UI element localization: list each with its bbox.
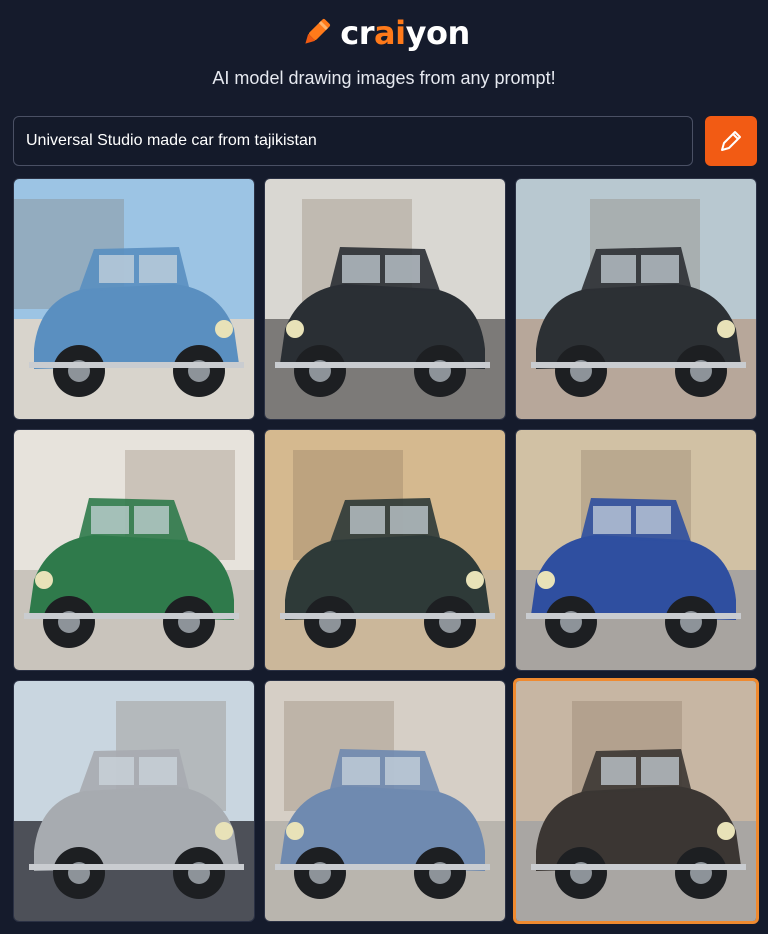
result-image-tile[interactable] xyxy=(13,680,255,922)
prompt-input[interactable]: Universal Studio made car from tajikista… xyxy=(13,116,693,166)
header: craiyon AI model drawing images from any… xyxy=(0,0,768,110)
logo-text-prefix: cr xyxy=(340,14,375,52)
result-image-tile[interactable] xyxy=(515,429,757,671)
logo-text: craiyon xyxy=(340,14,471,52)
logo-text-accent: ai xyxy=(374,14,406,52)
tagline: AI model drawing images from any prompt! xyxy=(212,68,556,88)
result-image-tile[interactable] xyxy=(264,680,506,922)
result-image-tile[interactable] xyxy=(13,429,255,671)
logo-text-suffix: yon xyxy=(405,14,471,52)
pencil-icon xyxy=(721,131,741,151)
vintage-car-image xyxy=(516,681,756,921)
vintage-car-image xyxy=(265,681,505,921)
vintage-car-image xyxy=(14,681,254,921)
vintage-car-image xyxy=(265,430,505,670)
draw-button[interactable] xyxy=(705,116,757,166)
result-image-tile[interactable] xyxy=(515,178,757,420)
vintage-car-image xyxy=(14,430,254,670)
result-image-tile[interactable] xyxy=(513,678,759,924)
crayon-pencil-icon xyxy=(305,18,331,44)
vintage-car-image xyxy=(516,179,756,419)
result-image-tile[interactable] xyxy=(264,178,506,420)
result-image-tile[interactable] xyxy=(13,178,255,420)
craiyon-logo[interactable]: craiyon xyxy=(0,14,768,52)
results-grid xyxy=(13,178,759,924)
vintage-car-image xyxy=(265,179,505,419)
vintage-car-image xyxy=(516,430,756,670)
result-image-tile[interactable] xyxy=(264,429,506,671)
vintage-car-image xyxy=(14,179,254,419)
